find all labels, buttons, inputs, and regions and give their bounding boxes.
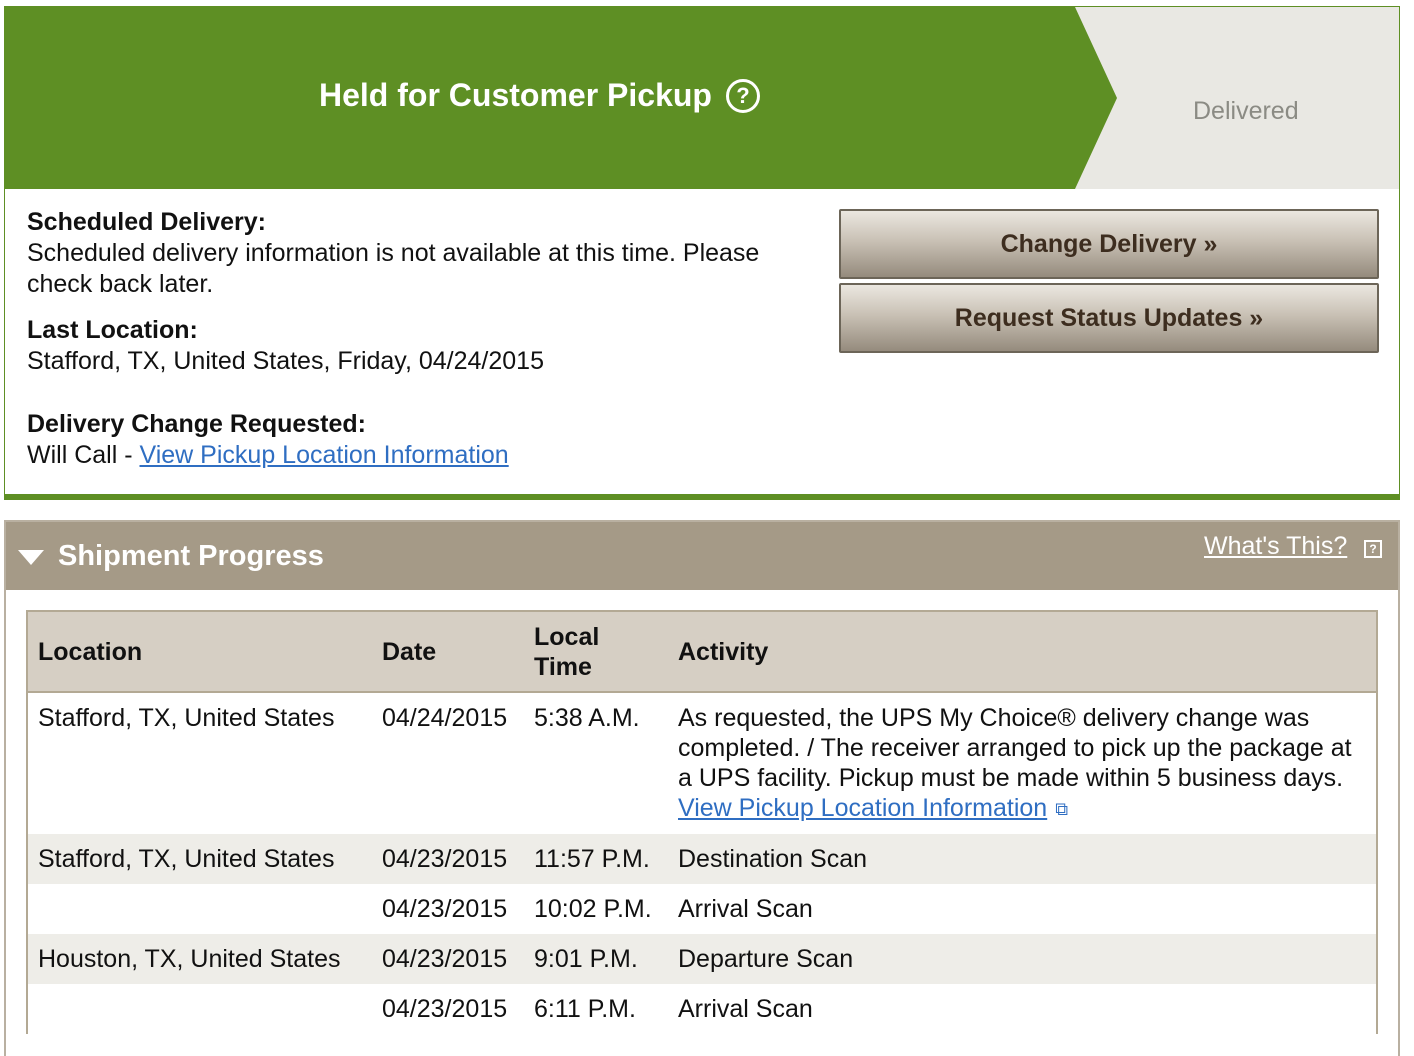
shipment-progress-header[interactable]: Shipment Progress What's This? ? [6,522,1398,590]
row-activity: As requested, the UPS My Choice® deliver… [668,692,1376,834]
status-panel: Held for Customer Pickup ? Delivered Sch… [4,6,1400,500]
last-location: Last Location: Stafford, TX, United Stat… [27,315,807,377]
will-call-text: Will Call - [27,441,140,469]
row-date: 04/23/2015 [382,945,508,974]
table-row: Stafford, TX, United States 04/24/2015 5… [28,692,1376,834]
row-time: 10:02 P.M. [534,895,652,924]
external-window-icon: ⧉ [1055,799,1069,820]
row-time: 6:11 P.M. [534,995,636,1024]
change-delivery-button[interactable]: Change Delivery » [839,209,1379,279]
status-title: Held for Customer Pickup ? [319,77,760,114]
shipment-progress-title: Shipment Progress [58,540,324,572]
status-banner: Held for Customer Pickup ? Delivered [5,7,1399,189]
row-time: 5:38 A.M. [534,704,640,732]
row-location: Stafford, TX, United States [38,704,335,732]
table-row: Stafford, TX, United States 04/23/2015 1… [28,834,1376,885]
last-location-text: Stafford, TX, United States, Friday, 04/… [27,347,544,375]
column-header-local-time: Local Time [524,612,668,693]
view-pickup-location-link[interactable]: View Pickup Location Information [140,441,509,469]
row-date: 04/23/2015 [382,845,508,874]
column-header-date: Date [372,612,524,693]
row-location [28,984,372,1034]
delivery-change-text: Will Call - View Pickup Location Informa… [27,440,807,471]
row-time: 9:01 P.M. [534,945,638,974]
table-row: Houston, TX, United States 04/23/2015 9:… [28,934,1376,985]
table-row: 04/23/2015 6:11 P.M. Arrival Scan [28,984,1376,1034]
whats-this-link[interactable]: What's This? [1204,532,1347,561]
row-location: Houston, TX, United States [38,945,341,974]
row-date: 04/24/2015 [382,704,508,732]
row-location [28,884,372,934]
help-popup-icon[interactable]: ? [1364,540,1382,558]
row-activity: Destination Scan [678,845,868,874]
table-row: 04/23/2015 10:02 P.M. Arrival Scan [28,884,1376,934]
column-header-activity: Activity [668,612,1376,693]
row-activity: Arrival Scan [678,895,813,924]
delivery-change-label: Delivery Change Requested: [27,410,366,438]
row-activity: Arrival Scan [678,995,813,1024]
row-activity: Departure Scan [678,945,854,974]
shipment-progress-table: Location Date Local Time Activity Staffo… [26,610,1378,1035]
scheduled-delivery-text: Scheduled delivery information is not av… [27,239,760,298]
request-status-updates-button[interactable]: Request Status Updates » [839,283,1379,353]
view-pickup-location-link-table[interactable]: View Pickup Location Information [678,794,1047,822]
shipment-progress-panel: Shipment Progress What's This? ? Locatio… [4,520,1400,1056]
collapse-caret-icon[interactable] [18,550,44,565]
delivery-change-requested: Delivery Change Requested: Will Call - V… [27,409,807,471]
row-date: 04/23/2015 [382,895,508,924]
table-header-row: Location Date Local Time Activity [28,612,1376,693]
status-title-text: Held for Customer Pickup [319,77,712,113]
row-time: 11:57 P.M. [534,845,650,874]
column-header-location: Location [28,612,372,693]
row-activity-text: As requested, the UPS My Choice® deliver… [678,704,1352,792]
row-location: Stafford, TX, United States [38,845,335,874]
last-location-label: Last Location: [27,316,198,344]
delivered-step: Delivered [1193,97,1299,125]
help-icon[interactable]: ? [725,78,760,113]
row-date: 04/23/2015 [382,995,508,1024]
scheduled-delivery-label: Scheduled Delivery: [27,208,266,236]
scheduled-delivery: Scheduled Delivery: Scheduled delivery i… [27,207,807,300]
